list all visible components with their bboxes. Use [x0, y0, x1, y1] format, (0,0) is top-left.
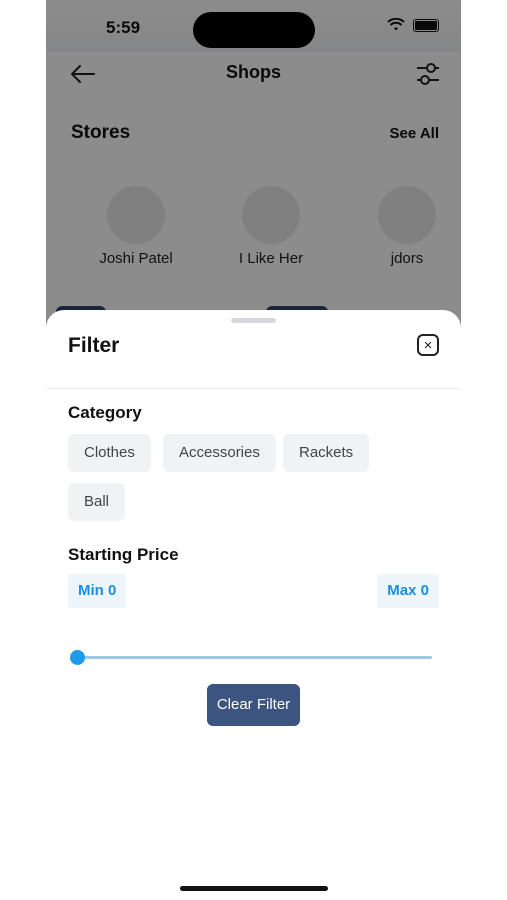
price-range-slider[interactable] — [70, 650, 432, 666]
min-price-value: Min 0 — [68, 574, 127, 608]
phone-screen: 5:59 Shops Stores See All Joshi Patel I … — [46, 0, 461, 900]
category-label: Category — [68, 403, 142, 422]
close-button[interactable]: × — [417, 334, 439, 356]
max-price-value: Max 0 — [377, 574, 439, 608]
sheet-drag-handle[interactable] — [231, 318, 276, 323]
home-indicator — [180, 886, 328, 891]
clear-filter-button[interactable]: Clear Filter — [207, 684, 300, 726]
category-chip-clothes[interactable]: Clothes — [68, 434, 151, 472]
modal-backdrop[interactable] — [46, 0, 461, 330]
slider-track[interactable] — [76, 656, 432, 659]
slider-thumb[interactable] — [70, 650, 85, 665]
category-chip-accessories[interactable]: Accessories — [163, 434, 276, 472]
starting-price-label: Starting Price — [68, 545, 179, 564]
close-icon: × — [423, 336, 433, 354]
filter-bottom-sheet: Filter × Category Clothes Accessories Ra… — [46, 310, 461, 900]
category-chip-ball[interactable]: Ball — [68, 483, 126, 521]
category-chip-rackets[interactable]: Rackets — [283, 434, 370, 472]
filter-title: Filter — [68, 334, 120, 357]
divider — [46, 388, 461, 389]
